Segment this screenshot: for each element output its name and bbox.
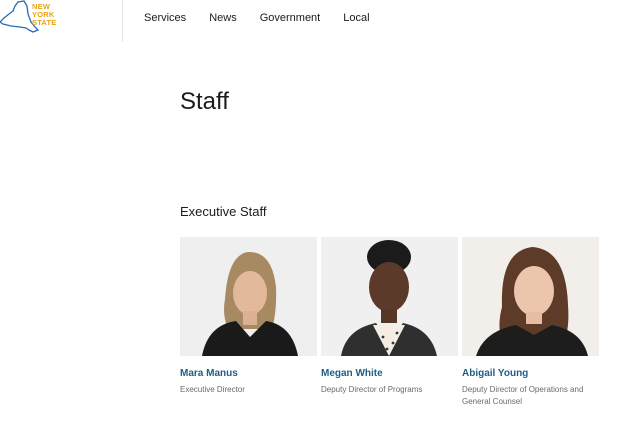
staff-card: Abigail Young Deputy Director of Operati… <box>462 237 599 408</box>
staff-role: Deputy Director of Operations and Genera… <box>462 385 584 406</box>
nav-local[interactable]: Local <box>343 12 369 24</box>
nys-logo[interactable]: NEW YORK STATE <box>0 0 70 38</box>
nav-services[interactable]: Services <box>144 12 186 24</box>
nav-news[interactable]: News <box>209 12 237 24</box>
staff-card: Mara Manus Executive Director <box>180 237 317 396</box>
section-title: Executive Staff <box>180 204 267 219</box>
staff-name[interactable]: Megan White <box>321 368 458 380</box>
nav-government[interactable]: Government <box>260 12 321 24</box>
staff-photo <box>180 237 317 356</box>
main-nav: Services News Government Local <box>144 12 393 24</box>
staff-name[interactable]: Mara Manus <box>180 368 317 380</box>
staff-role: Executive Director <box>180 385 245 394</box>
staff-photo <box>462 237 599 356</box>
site-header: NEW YORK STATE Services News Government … <box>0 0 640 42</box>
staff-photo <box>321 237 458 356</box>
page-title: Staff <box>180 88 229 115</box>
logo-wordmark: NEW YORK STATE <box>32 2 57 27</box>
staff-card: Megan White Deputy Director of Programs <box>321 237 458 396</box>
staff-name[interactable]: Abigail Young <box>462 368 599 380</box>
header-divider <box>122 0 123 42</box>
staff-role: Deputy Director of Programs <box>321 385 423 394</box>
